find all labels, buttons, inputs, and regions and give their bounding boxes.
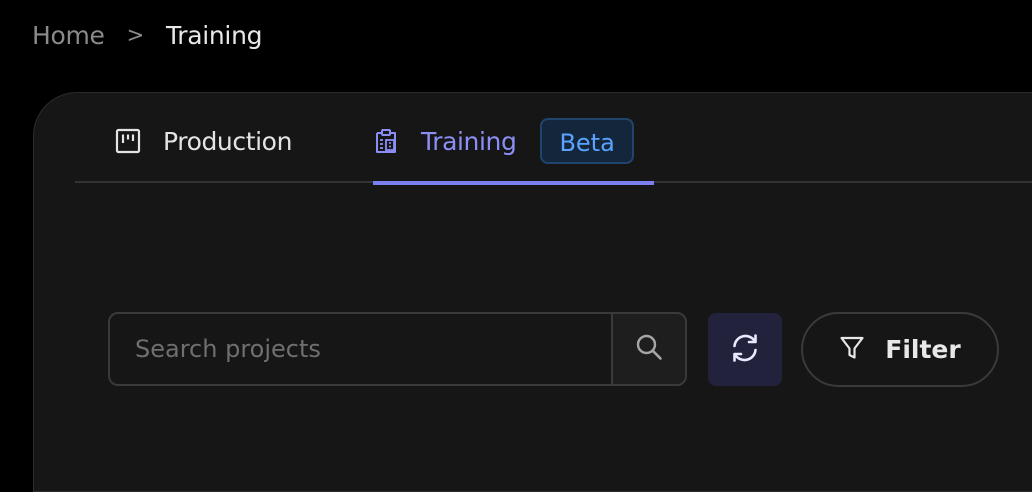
- refresh-icon: [728, 331, 762, 369]
- search-input[interactable]: [110, 314, 611, 384]
- tab-bar: Production Training Beta: [75, 101, 1032, 185]
- filter-button-label: Filter: [885, 335, 961, 364]
- search-button[interactable]: [611, 314, 685, 384]
- tab-production[interactable]: Production: [115, 101, 292, 181]
- search-box: [108, 312, 687, 386]
- breadcrumb-separator: >: [126, 23, 145, 47]
- clipboard-building-icon: [373, 128, 399, 154]
- breadcrumb-home-link[interactable]: Home: [32, 21, 105, 50]
- breadcrumb-current: Training: [165, 20, 263, 50]
- board-icon: [115, 128, 141, 154]
- filter-button[interactable]: Filter: [801, 312, 999, 387]
- search-icon: [634, 332, 664, 366]
- beta-badge: Beta: [540, 118, 634, 164]
- tab-production-label: Production: [163, 126, 293, 156]
- refresh-button[interactable]: [708, 313, 782, 386]
- filter-icon: [839, 335, 865, 365]
- tab-training-label: Training: [421, 126, 517, 156]
- breadcrumb: Home > Training: [32, 18, 262, 52]
- active-tab-indicator: [373, 181, 654, 185]
- tab-training[interactable]: Training Beta: [373, 101, 654, 185]
